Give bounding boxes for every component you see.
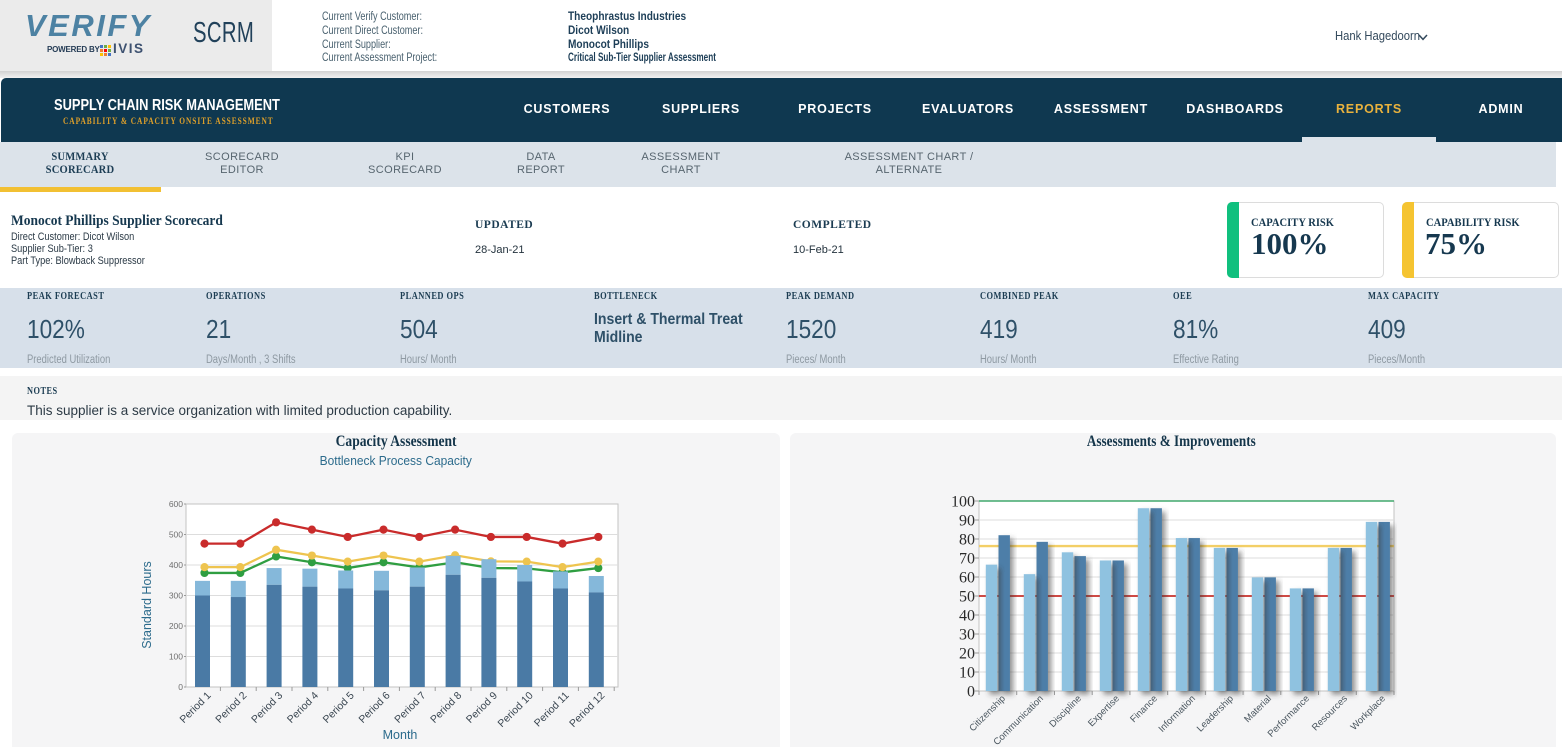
svg-text:10: 10 (959, 665, 975, 682)
svg-text:100: 100 (169, 652, 183, 662)
svg-text:0: 0 (967, 684, 975, 701)
svg-text:Period 5: Period 5 (321, 690, 357, 726)
svg-text:Resources: Resources (1310, 693, 1350, 733)
svg-text:Period 6: Period 6 (356, 690, 392, 726)
svg-text:Period 3: Period 3 (249, 690, 285, 726)
svg-text:Period 9: Period 9 (464, 690, 500, 726)
svg-text:0: 0 (178, 682, 183, 692)
svg-text:400: 400 (169, 560, 183, 570)
svg-text:40: 40 (959, 608, 975, 625)
svg-text:Material: Material (1242, 693, 1274, 725)
svg-text:Leadership: Leadership (1195, 693, 1236, 734)
svg-text:Period 4: Period 4 (285, 690, 321, 726)
svg-text:600: 600 (169, 499, 183, 509)
svg-text:Standard Hours: Standard Hours (140, 561, 154, 649)
svg-text:90: 90 (959, 513, 975, 530)
svg-text:Period 8: Period 8 (428, 690, 464, 726)
svg-text:Period 2: Period 2 (213, 690, 249, 726)
svg-text:500: 500 (169, 530, 183, 540)
svg-text:200: 200 (169, 621, 183, 631)
svg-text:70: 70 (959, 551, 975, 568)
svg-text:60: 60 (959, 570, 975, 587)
svg-text:Period 12: Period 12 (567, 690, 607, 730)
svg-text:Discipline: Discipline (1047, 693, 1084, 730)
svg-text:Period 10: Period 10 (496, 690, 536, 730)
svg-text:Workplace: Workplace (1349, 693, 1388, 732)
svg-text:Period 11: Period 11 (532, 690, 572, 730)
svg-text:80: 80 (959, 532, 975, 549)
svg-text:30: 30 (959, 627, 975, 644)
svg-text:Month: Month (383, 728, 418, 742)
svg-text:100: 100 (951, 494, 975, 511)
svg-text:Expertise: Expertise (1086, 693, 1122, 729)
svg-text:300: 300 (169, 591, 183, 601)
svg-text:Information: Information (1157, 693, 1198, 734)
svg-text:Finance: Finance (1128, 693, 1160, 725)
svg-text:50: 50 (959, 589, 975, 606)
svg-text:20: 20 (959, 646, 975, 663)
svg-text:Period 1: Period 1 (177, 690, 213, 726)
svg-text:Period 7: Period 7 (392, 690, 428, 726)
